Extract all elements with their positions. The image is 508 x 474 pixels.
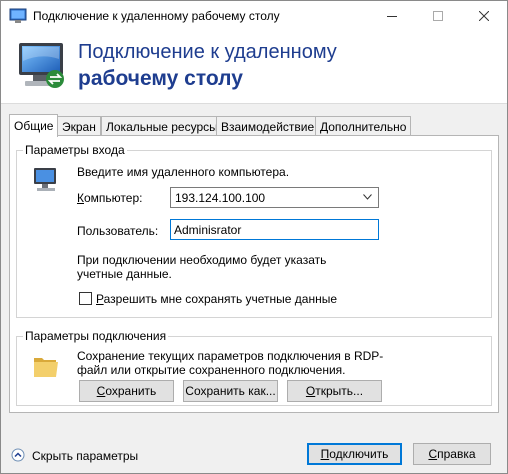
tab-panel-general: Параметры входа Введите имя удаленного к…: [9, 135, 499, 413]
connection-group-title: Параметры подключения: [23, 329, 169, 343]
save-credentials-text: азрешить мне сохранять учетные данные: [103, 292, 338, 306]
header-title-line2: рабочему столу: [78, 67, 243, 90]
close-icon: [479, 11, 489, 21]
save-credentials-accel: Р: [96, 292, 104, 306]
computer-label-accel: К: [77, 191, 84, 205]
open-button[interactable]: Открыть...: [287, 380, 382, 402]
connect-button-accel: П: [320, 447, 330, 461]
tab-local-resources[interactable]: Локальные ресурсы: [101, 116, 223, 136]
rdp-large-icon: [19, 43, 64, 88]
save-button[interactable]: Сохранить: [79, 380, 174, 402]
minimize-button[interactable]: [369, 1, 415, 31]
header-banner: Подключение к удаленному рабочему столу: [1, 31, 507, 104]
computer-icon: [34, 168, 56, 191]
save-credentials-label[interactable]: Разрешить мне сохранять учетные данные: [96, 292, 337, 306]
rdp-app-icon: [9, 8, 27, 23]
connection-settings-group: Параметры подключения Сохранение текущих…: [16, 329, 492, 406]
folder-icon: [34, 358, 58, 377]
user-label: Пользователь:: [77, 224, 159, 238]
open-button-accel: О: [305, 384, 316, 398]
close-button[interactable]: [461, 1, 507, 31]
maximize-button[interactable]: [415, 1, 461, 31]
tab-advanced[interactable]: Дополнительно: [315, 116, 412, 136]
connect-button[interactable]: Подключить: [307, 443, 402, 465]
minimize-icon: [387, 16, 397, 17]
connect-button-text: одключить: [329, 447, 389, 461]
computer-prompt: Введите имя удаленного компьютера.: [77, 165, 290, 179]
title-bar: Подключение к удаленному рабочему столу: [1, 1, 507, 31]
rdp-window: Подключение к удаленному рабочему столу …: [0, 0, 508, 474]
user-input[interactable]: [170, 219, 379, 240]
login-group-title: Параметры входа: [23, 143, 127, 157]
computer-combobox[interactable]: 193.124.100.100: [170, 187, 379, 208]
window-title: Подключение к удаленному рабочему столу: [33, 9, 280, 23]
save-button-text: охранить: [105, 384, 157, 398]
save-as-button[interactable]: Сохранить как...: [183, 380, 278, 402]
computer-label: Компьютер:: [77, 191, 142, 205]
header-title-line1: Подключение к удаленному: [78, 41, 337, 63]
hide-options-label: Скрыть параметры: [32, 449, 139, 463]
help-button-text: правка: [437, 447, 476, 461]
help-button-accel: С: [428, 447, 438, 461]
chevron-down-icon: [363, 194, 372, 200]
open-button-text: ткрыть...: [315, 384, 364, 398]
credentials-note: При подключении необходимо будет указать…: [77, 253, 327, 281]
collapse-arrow-icon: [11, 448, 25, 462]
tab-display[interactable]: Экран: [57, 116, 101, 136]
help-button[interactable]: Справка: [413, 443, 491, 465]
maximize-icon: [433, 11, 443, 21]
login-settings-group: Параметры входа Введите имя удаленного к…: [16, 143, 492, 318]
save-credentials-checkbox[interactable]: [79, 292, 92, 305]
connection-description: Сохранение текущих параметров подключени…: [77, 349, 384, 377]
computer-value: 193.124.100.100: [175, 191, 266, 205]
tab-experience[interactable]: Взаимодействие: [216, 116, 320, 136]
tab-general[interactable]: Общие: [9, 114, 59, 137]
computer-label-text: омпьютер:: [84, 191, 143, 205]
